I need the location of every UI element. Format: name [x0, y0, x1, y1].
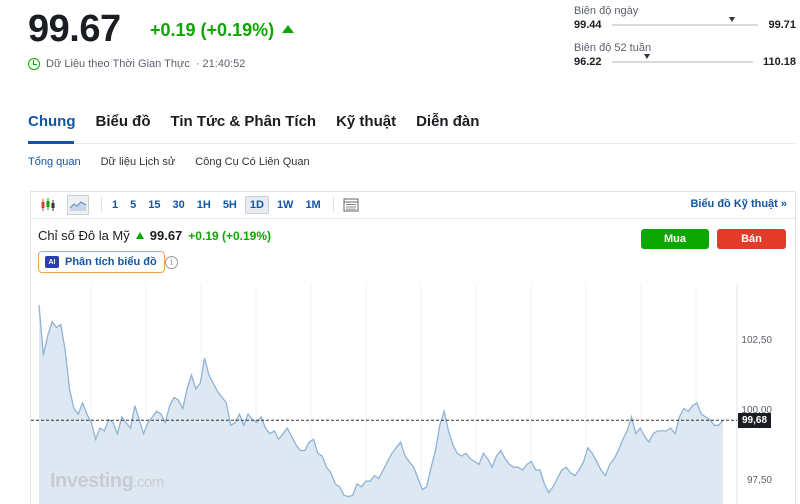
- week52-range-high: 110.18: [762, 56, 796, 68]
- tab-bieu-do[interactable]: Biểu đồ: [95, 113, 150, 130]
- chart-widget: 1 5 15 30 1H 5H 1D 1W 1M Biểu đồ Kỹ thuậ…: [30, 191, 796, 504]
- technical-chart-link[interactable]: Biểu đồ Kỹ thuật »: [690, 198, 787, 210]
- instrument-name: Chỉ số Đô la Mỹ: [38, 228, 130, 243]
- week52-range-label: Biên độ 52 tuần: [574, 42, 652, 54]
- ai-chart-analysis-button[interactable]: AI Phân tích biểu đồ: [38, 251, 165, 273]
- timeframe-30[interactable]: 30: [169, 197, 189, 213]
- up-arrow-icon: [135, 232, 144, 239]
- timeframe-5[interactable]: 5: [126, 197, 140, 213]
- current-price: 99.67: [28, 8, 121, 50]
- investing-watermark: Investing.com: [50, 470, 164, 493]
- timeframe-5h[interactable]: 5H: [219, 197, 241, 213]
- buy-button[interactable]: Mua: [641, 229, 709, 249]
- chart-toolbar: 1 5 15 30 1H 5H 1D 1W 1M Biểu đồ Kỹ thuậ…: [31, 192, 795, 219]
- day-range-bar: [611, 17, 759, 26]
- ai-icon: AI: [45, 256, 59, 268]
- timeframe-1w[interactable]: 1W: [273, 197, 298, 213]
- tab-chung[interactable]: Chung: [28, 113, 75, 130]
- timeframe-1h[interactable]: 1H: [193, 197, 215, 213]
- subtab-tong-quan[interactable]: Tổng quan: [28, 156, 81, 168]
- price-change: +0.19 (+0.19%): [150, 20, 295, 41]
- clock-icon: [28, 58, 40, 70]
- subtab-du-lieu-lich-su[interactable]: Dữ liệu Lịch sử: [101, 156, 176, 168]
- y-tick-label: 97,50: [746, 475, 772, 487]
- chart-title-row: Chỉ số Đô la Mỹ 99.67 +0.19 (+0.19%): [38, 228, 271, 243]
- tab-ky-thuat[interactable]: Kỹ thuật: [336, 113, 396, 130]
- realtime-label: Dữ Liệu theo Thời Gian Thực: [46, 58, 190, 70]
- ai-analysis-label: Phân tích biểu đồ: [65, 256, 157, 268]
- tab-dien-dan[interactable]: Diễn đàn: [416, 113, 479, 130]
- realtime-status: Dữ Liệu theo Thời Gian Thực · 21:40:52: [28, 58, 245, 70]
- y-tick-label: 102,50: [741, 335, 772, 347]
- update-time: · 21:40:52: [195, 58, 246, 70]
- subtab-cong-cu[interactable]: Công Cụ Có Liên Quan: [195, 156, 309, 168]
- day-range-high: 99.71: [768, 19, 796, 31]
- data-table-icon[interactable]: [340, 195, 362, 215]
- last-price-tag: 99,68: [738, 413, 771, 429]
- timeframe-15[interactable]: 15: [144, 197, 164, 213]
- day-range-low: 99.44: [574, 19, 602, 31]
- week52-range: Biên độ 52 tuần 96.22 110.18: [574, 42, 796, 68]
- timeframe-1d[interactable]: 1D: [244, 196, 269, 214]
- up-triangle-icon: [282, 25, 295, 33]
- chart-change: +0.19 (+0.19%): [188, 228, 272, 243]
- tab-tin-tuc[interactable]: Tin Tức & Phân Tích: [170, 113, 316, 130]
- active-tab-indicator: [28, 141, 74, 144]
- info-icon[interactable]: i: [165, 256, 178, 269]
- week52-range-low: 96.22: [574, 56, 602, 68]
- price-change-text: +0.19 (+0.19%): [150, 20, 275, 40]
- timeframe-1m[interactable]: 1M: [301, 197, 324, 213]
- week52-range-bar: [611, 54, 753, 63]
- toolbar-divider: [101, 197, 102, 213]
- day-range-label: Biên độ ngày: [574, 5, 639, 17]
- day-range: Biên độ ngày 99.44 99.71: [574, 5, 796, 31]
- sub-tabs: Tổng quan Dữ liệu Lịch sử Công Cụ Có Liê…: [28, 156, 310, 168]
- day-range-marker: [729, 17, 736, 22]
- sell-button[interactable]: Bán: [717, 229, 786, 249]
- candlestick-icon[interactable]: [37, 195, 59, 215]
- watermark-suffix: .com: [133, 474, 164, 491]
- toolbar-divider: [332, 197, 334, 213]
- tabs-divider: [28, 143, 796, 144]
- chart-price: 99.67: [149, 228, 183, 243]
- main-tabs: Chung Biểu đồ Tin Tức & Phân Tích Kỹ thu…: [28, 113, 479, 130]
- week52-range-marker: [643, 54, 650, 59]
- watermark-brand: Investing: [50, 470, 134, 492]
- area-chart-icon[interactable]: [67, 195, 89, 215]
- timeframe-1[interactable]: 1: [108, 197, 122, 213]
